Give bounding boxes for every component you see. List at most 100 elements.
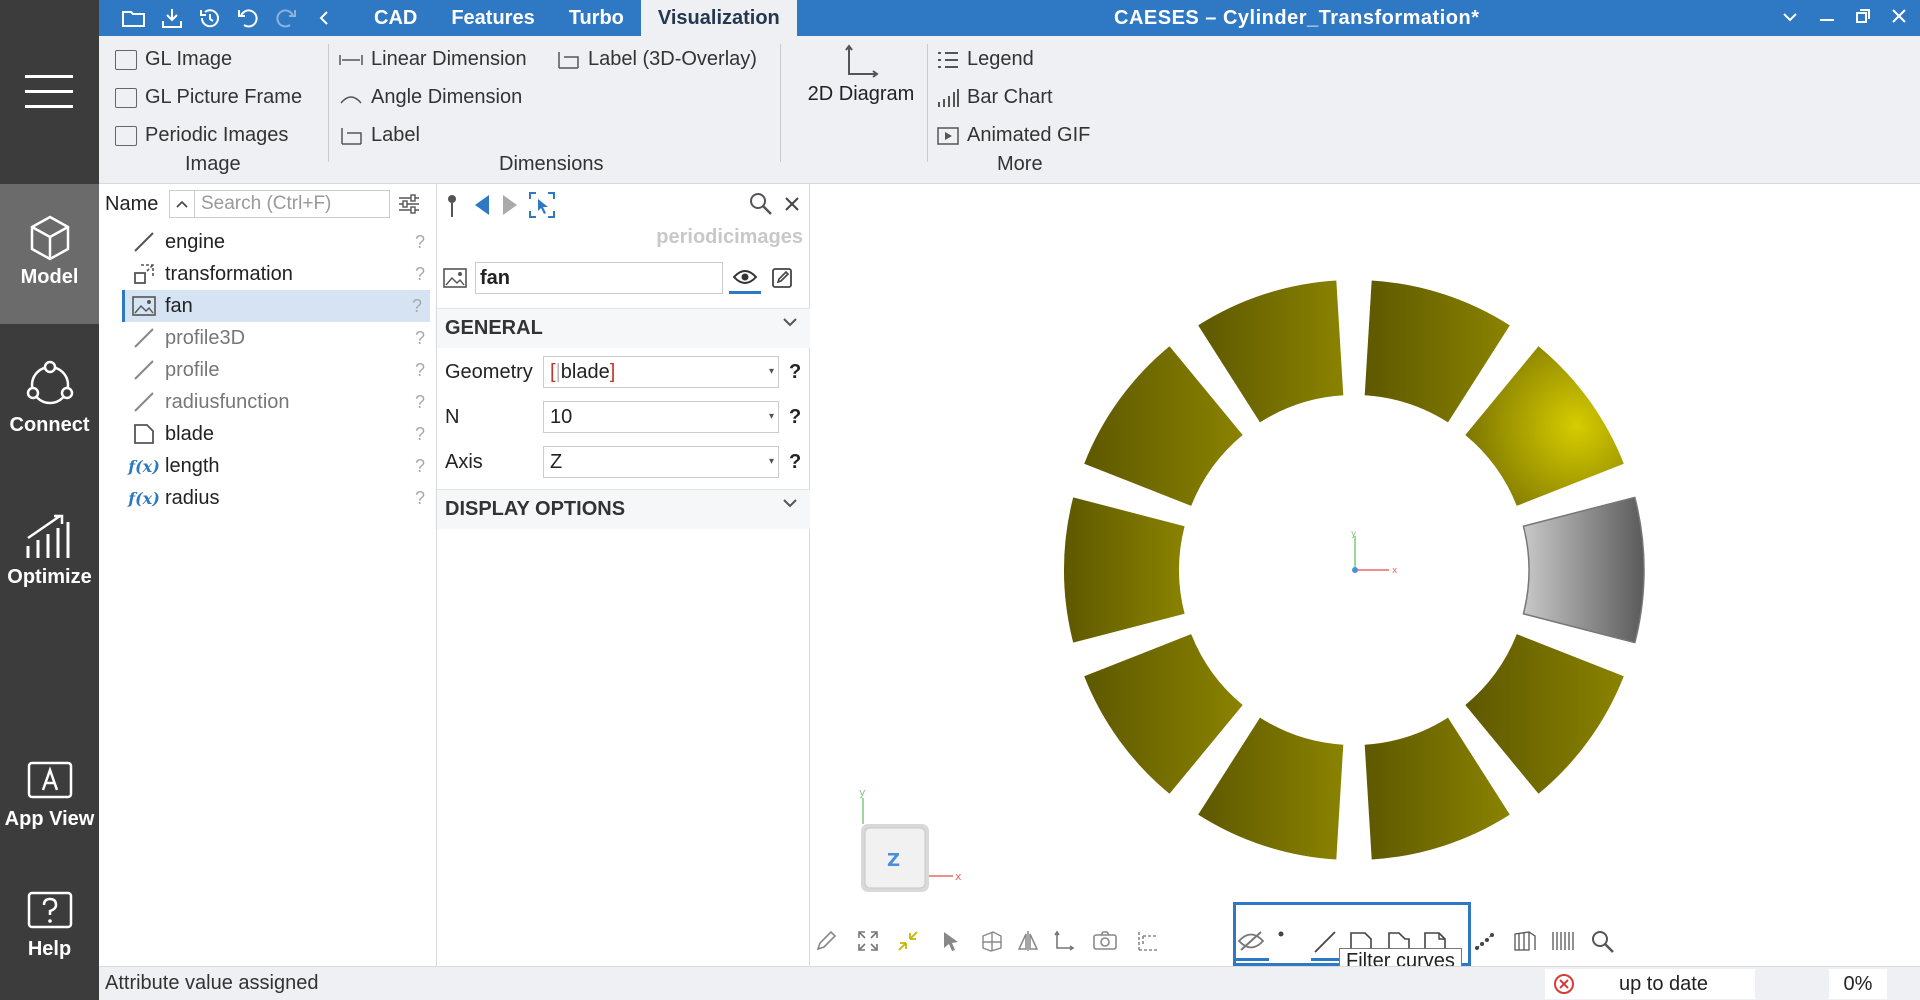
help-mark[interactable]: ? xyxy=(415,392,425,413)
hamburger-menu-icon[interactable] xyxy=(25,75,73,111)
fan-blade[interactable] xyxy=(1063,497,1185,643)
tree-item-fan[interactable]: fan ? xyxy=(122,290,430,322)
geometry-value: blade xyxy=(560,361,610,383)
restore-icon[interactable] xyxy=(1856,8,1870,28)
3d-viewport[interactable]: y x y Z x Filter curves xyxy=(811,184,1920,975)
pencil-icon[interactable] xyxy=(815,930,843,956)
help-mark[interactable]: ? xyxy=(415,488,425,509)
help-mark[interactable]: ? xyxy=(415,424,425,445)
fan-blade[interactable] xyxy=(1465,346,1624,506)
sections-view-icon[interactable] xyxy=(1551,930,1579,956)
sidebar-item-connect[interactable]: Connect xyxy=(0,360,99,437)
camera-icon[interactable] xyxy=(1093,930,1121,956)
label-button[interactable]: Label xyxy=(339,124,420,147)
help-mark[interactable]: ? xyxy=(415,328,425,349)
fan-blade[interactable] xyxy=(1084,346,1243,506)
gl-picture-frame-button[interactable]: GL Picture Frame xyxy=(115,86,302,109)
visibility-toggle-button[interactable] xyxy=(729,262,761,294)
tab-features[interactable]: Features xyxy=(434,0,551,36)
section-display-options[interactable]: DISPLAY OPTIONS xyxy=(437,489,810,529)
history-icon[interactable] xyxy=(195,3,225,33)
minimize-icon[interactable] xyxy=(1820,9,1834,27)
back-arrow-icon[interactable] xyxy=(473,194,491,216)
angle-dimension-button[interactable]: Angle Dimension xyxy=(339,86,522,109)
gl-image-button[interactable]: GL Image xyxy=(115,48,232,71)
help-mark[interactable]: ? xyxy=(789,406,801,429)
label-3d-overlay-button[interactable]: Label (3D-Overlay) xyxy=(556,48,757,71)
tree-item-length[interactable]: f(x) length ? xyxy=(125,450,433,482)
dimension-view-icon[interactable] xyxy=(1135,930,1163,956)
legend-button[interactable]: Legend xyxy=(937,48,1034,71)
chevron-left-icon[interactable] xyxy=(309,3,339,33)
object-name-input[interactable]: fan xyxy=(475,262,723,294)
sidebar-item-app-view[interactable]: App View xyxy=(0,760,99,831)
tree-item-radiusfunction[interactable]: radiusfunction ? xyxy=(125,386,433,418)
selection-cursor-icon[interactable] xyxy=(941,930,969,956)
n-input[interactable]: 10 ▾ xyxy=(543,401,779,433)
save-icon[interactable] xyxy=(157,3,187,33)
tree-item-profile[interactable]: profile ? xyxy=(125,354,433,386)
help-mark[interactable]: ? xyxy=(415,360,425,381)
edit-icon[interactable] xyxy=(771,267,793,289)
fit-selection-icon[interactable] xyxy=(897,930,925,956)
tree-item-radius[interactable]: f(x) radius ? xyxy=(125,482,433,514)
mirror-icon[interactable] xyxy=(1017,930,1045,956)
object-tree-panel: Name Search (Ctrl+F) engine ? transforma… xyxy=(99,184,437,966)
fan-blade[interactable] xyxy=(1364,717,1510,860)
update-status[interactable]: up to date xyxy=(1545,969,1755,999)
help-mark[interactable]: ? xyxy=(789,451,801,474)
point-cloud-icon[interactable] xyxy=(1473,930,1501,956)
sidebar-item-help[interactable]: Help xyxy=(0,890,99,961)
fan-blade[interactable] xyxy=(1084,634,1243,794)
bar-chart-button[interactable]: Bar Chart xyxy=(937,86,1053,109)
grid-view-icon[interactable] xyxy=(981,930,1009,956)
close-icon[interactable] xyxy=(1892,8,1906,28)
tab-cad[interactable]: CAD xyxy=(357,0,434,36)
sidebar-item-optimize[interactable]: Optimize xyxy=(0,512,99,589)
sidebar-item-model[interactable]: Model xyxy=(0,184,99,324)
help-mark[interactable]: ? xyxy=(412,296,422,317)
chevron-down-icon[interactable] xyxy=(1782,9,1798,27)
undo-icon[interactable] xyxy=(233,3,263,33)
tree-item-engine[interactable]: engine ? xyxy=(125,226,433,258)
search-icon[interactable] xyxy=(749,192,773,216)
help-mark[interactable]: ? xyxy=(415,232,425,253)
sort-toggle-button[interactable] xyxy=(169,190,195,218)
bar-chart-label: Bar Chart xyxy=(967,86,1053,108)
redo-icon[interactable] xyxy=(271,3,301,33)
2d-diagram-button[interactable]: 2D Diagram xyxy=(796,44,926,106)
tab-visualization[interactable]: Visualization xyxy=(640,0,797,36)
selected-blade[interactable] xyxy=(1522,496,1645,644)
close-icon[interactable] xyxy=(784,196,800,212)
tab-turbo[interactable]: Turbo xyxy=(552,0,641,36)
tree-item-transformation[interactable]: transformation ? xyxy=(125,258,433,290)
fan-blade[interactable] xyxy=(1364,280,1510,423)
help-mark[interactable]: ? xyxy=(415,456,425,477)
geometry-select[interactable]: [|blade] ▾ xyxy=(543,356,779,388)
select-in-viewport-icon[interactable] xyxy=(529,192,555,218)
fan-blade[interactable] xyxy=(1198,717,1344,860)
linear-dimension-button[interactable]: Linear Dimension xyxy=(339,48,527,71)
section-general[interactable]: GENERAL xyxy=(437,308,810,348)
pin-icon[interactable] xyxy=(445,194,459,218)
open-folder-icon[interactable] xyxy=(119,3,149,33)
axis-view-icon[interactable] xyxy=(1053,930,1081,956)
fan-blade[interactable] xyxy=(1465,634,1624,794)
search-input[interactable]: Search (Ctrl+F) xyxy=(195,190,390,218)
navigation-cube[interactable]: y Z x xyxy=(853,788,963,898)
tree-item-profile3d[interactable]: profile3D ? xyxy=(125,322,433,354)
zoom-search-icon[interactable] xyxy=(1591,930,1619,956)
animated-gif-button[interactable]: Animated GIF xyxy=(937,124,1090,147)
filter-settings-icon[interactable] xyxy=(398,194,420,214)
fan-blade[interactable] xyxy=(1198,280,1344,423)
periodic-images-button[interactable]: Periodic Images xyxy=(115,124,288,147)
axis-select[interactable]: Z ▾ xyxy=(543,446,779,478)
fit-view-icon[interactable] xyxy=(857,930,885,956)
help-mark[interactable]: ? xyxy=(415,264,425,285)
help-mark[interactable]: ? xyxy=(789,361,801,384)
tree-item-blade[interactable]: blade ? xyxy=(125,418,433,450)
forward-arrow-icon[interactable] xyxy=(501,194,519,216)
image-group-label: Image xyxy=(185,153,241,175)
periodic-images-icon xyxy=(115,125,137,146)
mesh-view-icon[interactable] xyxy=(1513,930,1541,956)
